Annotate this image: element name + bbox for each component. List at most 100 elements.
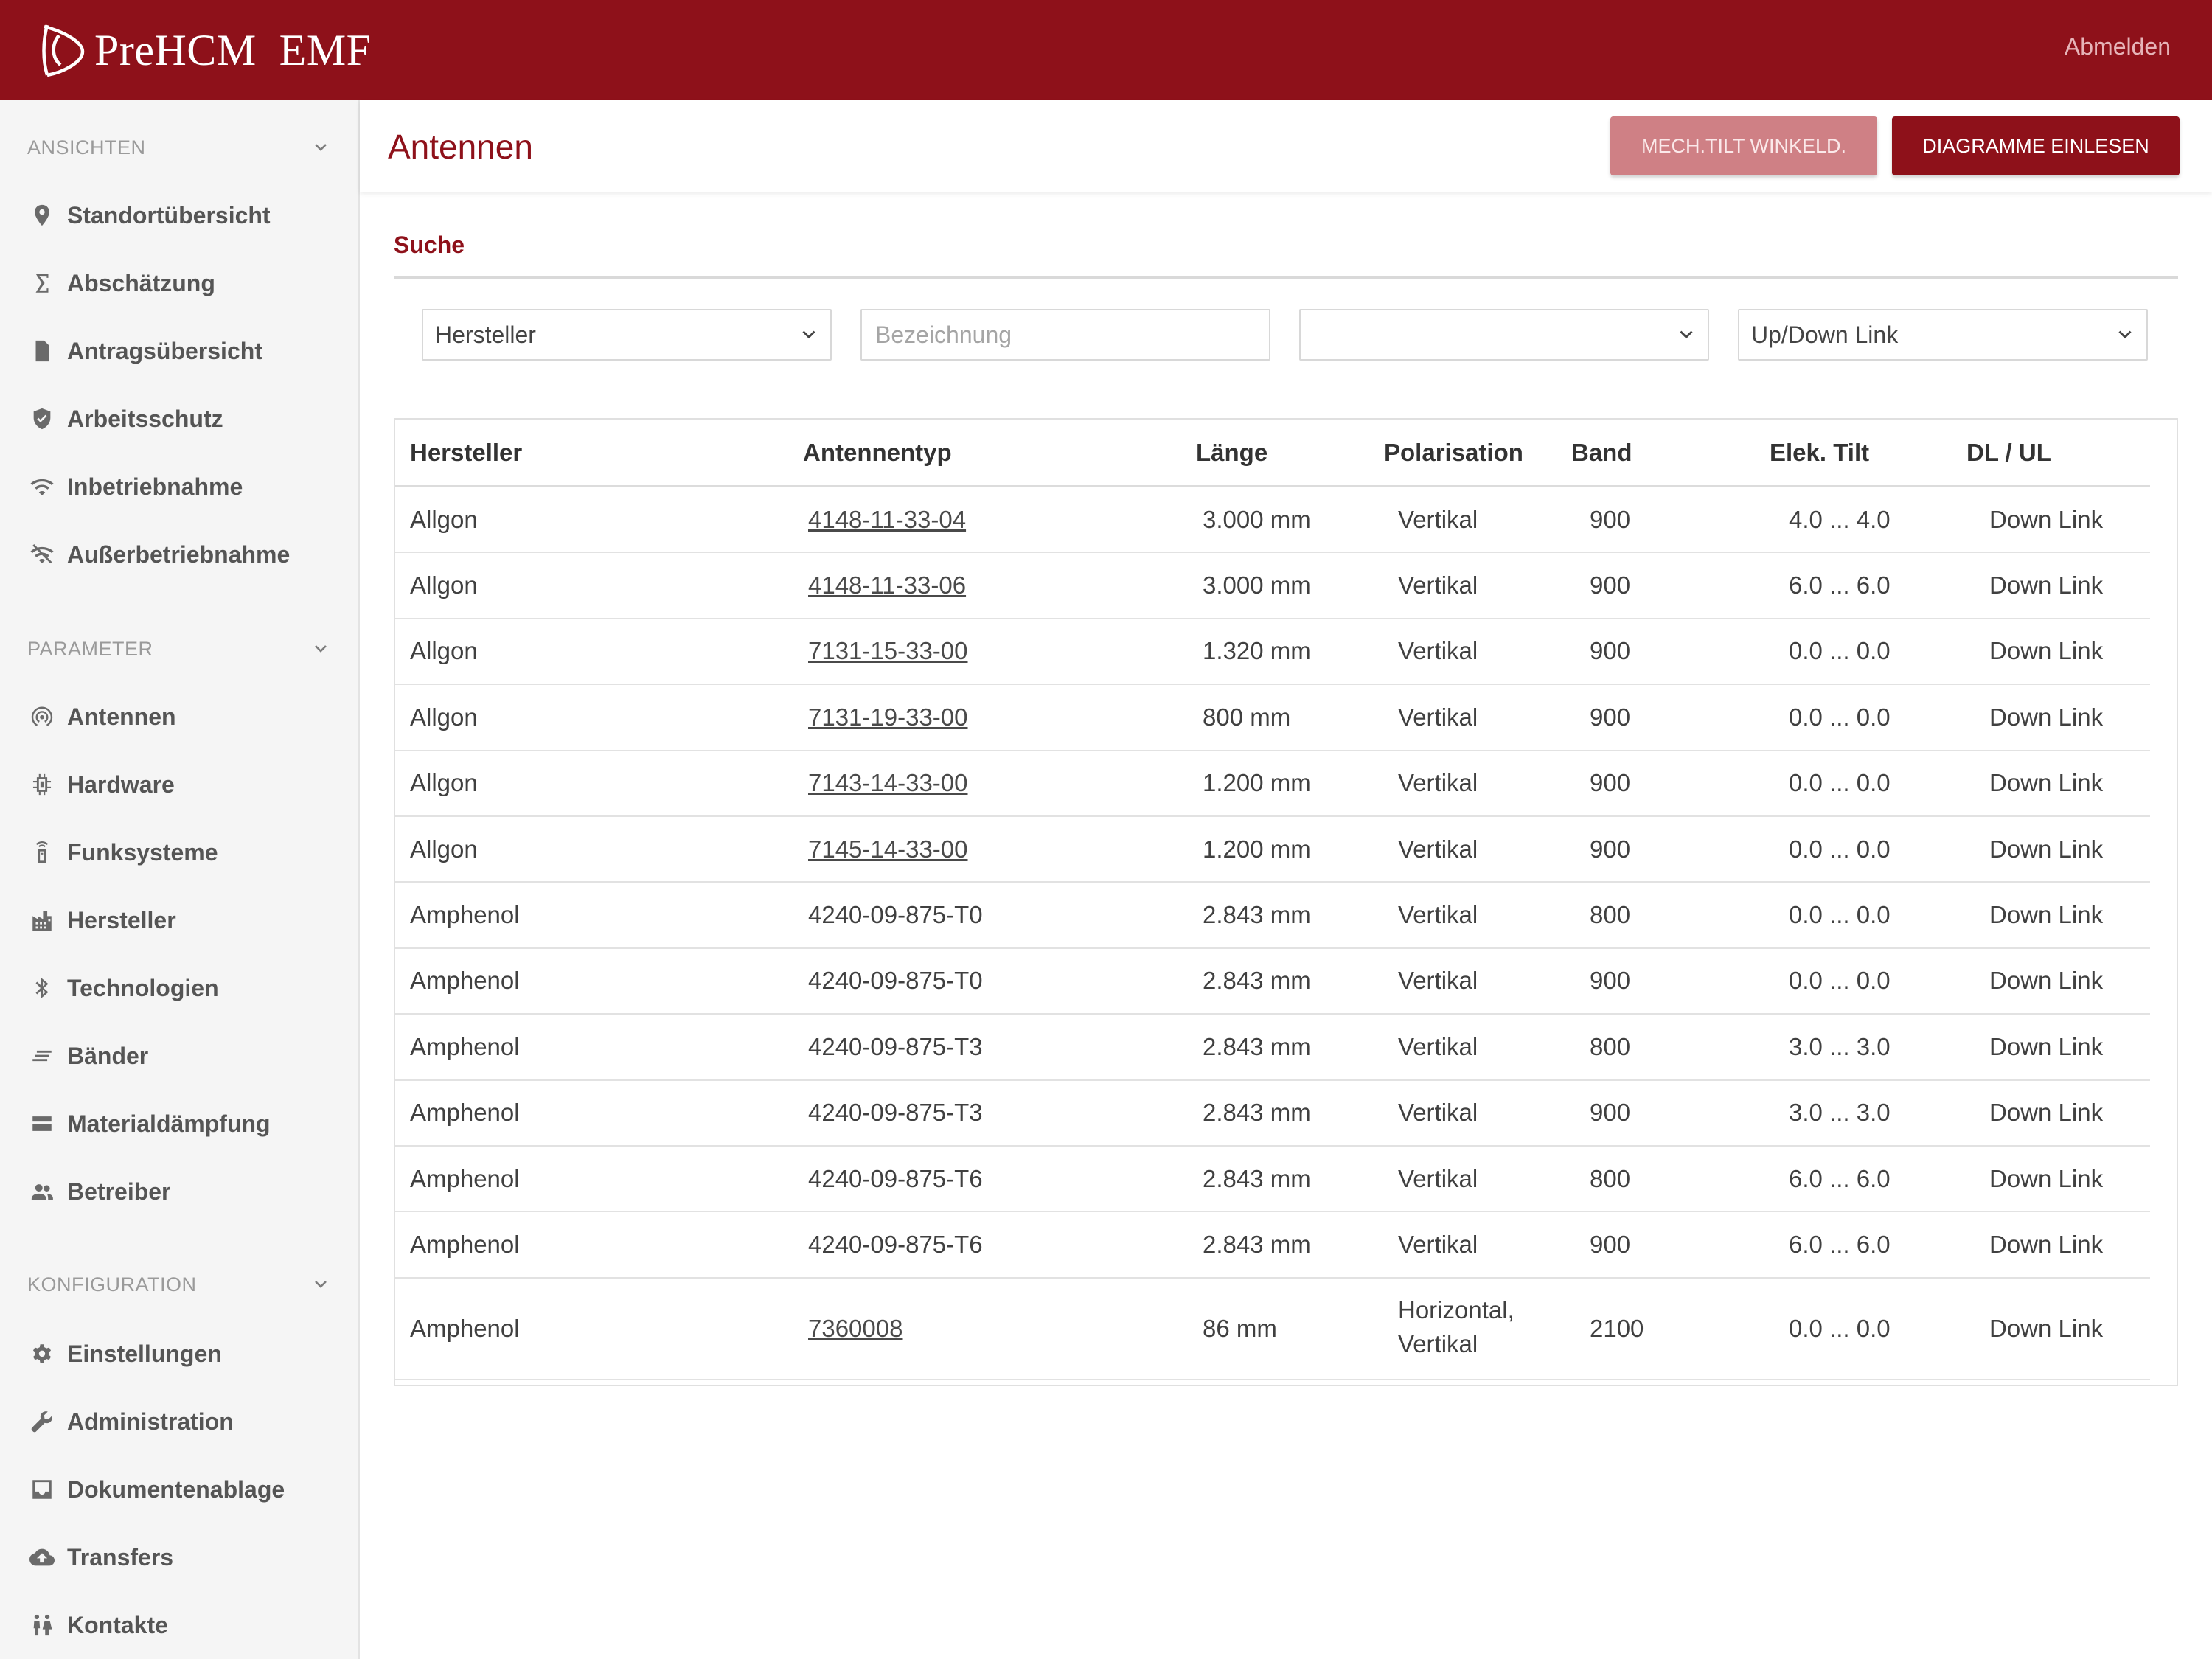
cell-antennentyp: 4240-09-875-T6	[808, 1231, 983, 1259]
cell-hersteller: Allgon	[410, 769, 478, 797]
table-row[interactable]: Amphenol 7360008 86 mm Horizontal, Vertikal…	[395, 1279, 2150, 1380]
cell-antennentyp[interactable]: 7131-19-33-00	[808, 703, 968, 731]
cell-band: 900	[1590, 571, 1631, 599]
sidebar-item-kontakte[interactable]: Kontakte	[27, 1607, 337, 1643]
chip-icon	[27, 770, 57, 799]
cell-band: 900	[1590, 637, 1631, 665]
cell-polarisation: Vertikal	[1398, 637, 1478, 665]
page-title: Antennen	[388, 128, 533, 166]
cell-laenge: 2.843 mm	[1203, 1231, 1311, 1259]
sidebar-item-antennen[interactable]: Antennen	[27, 699, 337, 734]
sidebar-item-ausserbetriebnahme[interactable]: Außerbetriebnahme	[27, 537, 337, 572]
table-row[interactable]: Allgon 4148-11-33-06 3.000 mm Vertikal 900 6.…	[395, 553, 2150, 619]
column-header-band[interactable]: Band	[1571, 439, 1632, 467]
cell-antennentyp[interactable]: 7143-14-33-00	[808, 769, 968, 797]
table-row[interactable]: Amphenol 4240-09-875-T3 2.843 mm Vertikal 90…	[395, 1081, 2150, 1147]
manufacturer-select[interactable]: Hersteller	[422, 309, 832, 361]
inbox-icon	[27, 1475, 57, 1504]
cell-dl-ul: Down Link	[1989, 505, 2104, 533]
cell-dl-ul: Down Link	[1989, 967, 2104, 995]
mech-tilt-button[interactable]: MECH.TILT WINKELD.	[1610, 116, 1877, 175]
cell-elek-tilt: 3.0 ... 3.0	[1789, 1099, 1891, 1127]
sidebar-item-label: Antennen	[67, 703, 176, 730]
cell-dl-ul: Down Link	[1989, 571, 2104, 599]
table-header-row: Hersteller Antennentyp Länge Polarisatio…	[395, 420, 2150, 487]
column-header-antennentyp[interactable]: Antennentyp	[803, 439, 952, 467]
cell-hersteller: Allgon	[410, 703, 478, 731]
logout-link[interactable]: Abmelden	[2065, 33, 2171, 60]
column-header-dl-ul[interactable]: DL / UL	[1966, 439, 2051, 467]
cell-band: 900	[1590, 769, 1631, 797]
import-diagrams-button[interactable]: DIAGRAMME EINLESEN	[1892, 116, 2180, 175]
sidebar-item-betreiber[interactable]: Betreiber	[27, 1174, 337, 1209]
column-header-polarisation[interactable]: Polarisation	[1384, 439, 1523, 467]
sidebar-item-administration[interactable]: Administration	[27, 1404, 337, 1439]
link-direction-select[interactable]: Up/Down Link	[1738, 309, 2148, 361]
cell-antennentyp[interactable]: 7131-15-33-00	[808, 637, 968, 665]
cell-antennentyp[interactable]: 4148-11-33-06	[808, 571, 966, 599]
cell-polarisation: Vertikal	[1398, 1099, 1478, 1127]
cell-hersteller: Amphenol	[410, 901, 520, 929]
cell-polarisation: Horizontal, Vertikal	[1398, 1295, 1514, 1357]
sidebar-item-baender[interactable]: Bänder	[27, 1038, 337, 1074]
sidebar-item-label: Hersteller	[67, 906, 176, 933]
table-row[interactable]: Allgon 7131-19-33-00 800 mm Vertikal 900 0.0 …	[395, 685, 2150, 751]
designation-input-field[interactable]	[874, 320, 1257, 349]
users-icon	[27, 1177, 57, 1206]
table-row[interactable]: Amphenol 4240-09-875-T6 2.843 mm Vertikal 80…	[395, 1147, 2150, 1213]
cell-dl-ul: Down Link	[1989, 1314, 2104, 1342]
cell-antennentyp[interactable]: 7145-14-33-00	[808, 835, 968, 863]
sidebar-item-dokumentenablage[interactable]: Dokumentenablage	[27, 1472, 337, 1507]
cell-laenge: 2.843 mm	[1203, 1032, 1311, 1060]
sidebar-item-label: Abschätzung	[67, 269, 215, 296]
table-row[interactable]: Allgon 7143-14-33-00 1.200 mm Vertikal 900 0.…	[395, 751, 2150, 817]
cell-polarisation: Vertikal	[1398, 1231, 1478, 1259]
chevron-down-icon	[802, 330, 815, 339]
cell-laenge: 800 mm	[1203, 703, 1291, 731]
cell-hersteller: Amphenol	[410, 1231, 520, 1259]
factory-icon	[27, 905, 57, 935]
sidebar-item-hardware[interactable]: Hardware	[27, 767, 337, 802]
filter-select[interactable]	[1299, 309, 1709, 361]
column-header-laenge[interactable]: Länge	[1196, 439, 1267, 467]
table-row[interactable]: Amphenol 4240-09-875-T3 2.843 mm Vertikal 80…	[395, 1015, 2150, 1081]
section-parameter[interactable]: PARAMETER	[27, 634, 330, 664]
sidebar-item-funksysteme[interactable]: Funksysteme	[27, 835, 337, 870]
table-row[interactable]: Amphenol 4240-09-875-T0 2.843 mm Vertikal 90…	[395, 949, 2150, 1015]
people-icon	[27, 1610, 57, 1640]
table-row[interactable]: Amphenol 4240-09-875-T0 2.843 mm Vertikal 80…	[395, 883, 2150, 949]
cell-dl-ul: Down Link	[1989, 703, 2104, 731]
sidebar-item-hersteller[interactable]: Hersteller	[27, 902, 337, 938]
cell-antennentyp[interactable]: 4148-11-33-04	[808, 506, 966, 534]
sidebar-item-inbetriebnahme[interactable]: Inbetriebnahme	[27, 469, 337, 504]
column-header-elek-tilt[interactable]: Elek. Tilt	[1770, 439, 1869, 467]
cell-hersteller: Amphenol	[410, 1032, 520, 1060]
manufacturer-select-value: Hersteller	[435, 321, 536, 348]
app-logo[interactable]: PreHCM EMF	[37, 18, 372, 83]
sidebar-item-label: Administration	[67, 1408, 234, 1435]
sidebar-item-technologien[interactable]: Technologien	[27, 970, 337, 1006]
cell-polarisation: Vertikal	[1398, 703, 1478, 731]
section-konfiguration[interactable]: KONFIGURATION	[27, 1270, 330, 1299]
cell-band: 800	[1590, 1164, 1631, 1192]
sidebar-item-antragsuebersicht[interactable]: Antragsübersicht	[27, 333, 337, 369]
table-row[interactable]: Allgon 7145-14-33-00 1.200 mm Vertikal 900 0.…	[395, 817, 2150, 883]
cell-laenge: 3.000 mm	[1203, 505, 1311, 533]
sidebar-item-standortuebersicht[interactable]: Standortübersicht	[27, 198, 337, 233]
column-header-hersteller[interactable]: Hersteller	[410, 439, 522, 467]
sidebar-item-einstellungen[interactable]: Einstellungen	[27, 1336, 337, 1371]
sidebar-item-arbeitsschutz[interactable]: Arbeitsschutz	[27, 401, 337, 437]
sidebar-item-abschaetzung[interactable]: Abschätzung	[27, 265, 337, 301]
cell-antennentyp[interactable]: 7360008	[808, 1315, 902, 1343]
top-bar: PreHCM EMF Abmelden	[0, 0, 2212, 100]
designation-input[interactable]	[860, 309, 1270, 361]
table-row[interactable]: Allgon 4148-11-33-04 3.000 mm Vertikal 900 4.…	[395, 487, 2150, 554]
layers-icon	[27, 1109, 57, 1138]
sidebar-item-label: Materialdämpfung	[67, 1110, 271, 1137]
table-row[interactable]: Amphenol 4240-09-875-T6 2.843 mm Vertikal 90…	[395, 1212, 2150, 1279]
cell-polarisation: Vertikal	[1398, 1164, 1478, 1192]
section-ansichten[interactable]: ANSICHTEN	[27, 133, 330, 162]
sidebar-item-materialdaempfung[interactable]: Materialdämpfung	[27, 1106, 337, 1141]
table-row[interactable]: Allgon 7131-15-33-00 1.320 mm Vertikal 900 0.…	[395, 619, 2150, 686]
sidebar-item-transfers[interactable]: Transfers	[27, 1540, 337, 1575]
